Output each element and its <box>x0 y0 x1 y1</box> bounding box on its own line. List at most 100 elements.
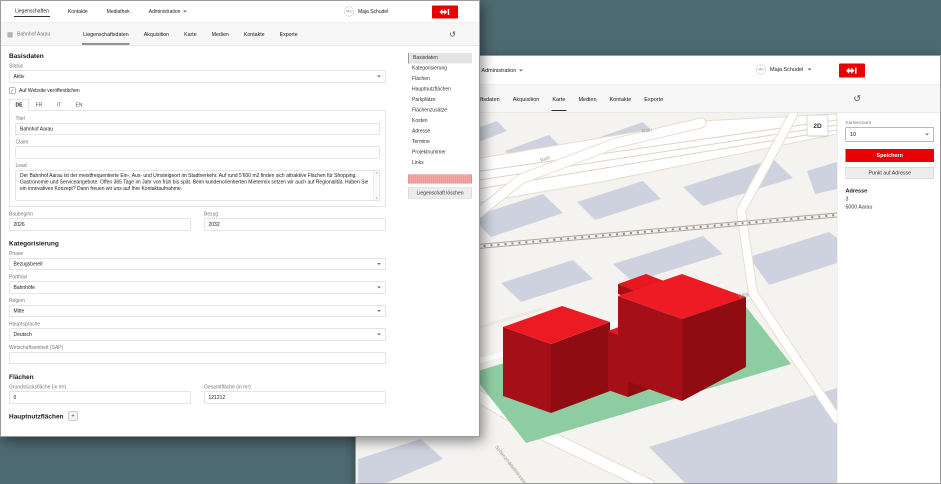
baubeginn-label: Baubeginn <box>9 212 191 218</box>
tab-liegenschaftsdaten[interactable]: Liegenschaftsdaten <box>82 24 130 44</box>
textarea-scrollbar[interactable]: ▴ ▾ <box>374 171 380 201</box>
avatar: MS <box>756 65 766 75</box>
user-name: Maja Schudel <box>770 67 803 73</box>
tab-kontakte[interactable]: Kontakte <box>609 87 633 111</box>
anchor-item-basisdaten[interactable]: Basisdaten <box>408 53 472 64</box>
titel-input[interactable] <box>16 123 380 135</box>
claim-label: Claim <box>16 140 380 146</box>
titel-label: Titel <box>16 116 380 122</box>
claim-input[interactable] <box>16 147 380 159</box>
entity-tab-bar: ▦ Bahnhof Aarau Liegenschaftsdaten Akqui… <box>1 23 480 46</box>
anchor-item-projektnummer[interactable]: Projektnummer <box>408 148 472 159</box>
wirtschaftseinheit-input[interactable] <box>9 352 386 364</box>
sbb-arrows-icon <box>437 8 453 16</box>
nav-item-mediathek[interactable]: Mediathek <box>106 7 131 17</box>
lang-tab-it[interactable]: IT <box>49 99 69 111</box>
section-title-kategorisierung: Kategorisierung <box>9 240 386 248</box>
nav-item-administration[interactable]: Administration <box>480 65 523 75</box>
sbb-logo[interactable] <box>839 64 865 78</box>
language-panel: Titel Claim Lead Der Bahnhof Aarau ist d… <box>9 111 386 207</box>
user-menu[interactable]: MS Maja Schudel <box>344 7 392 17</box>
tab-exporte[interactable]: Exporte <box>279 24 299 44</box>
tab-karte[interactable]: Karte <box>183 24 198 44</box>
sbb-arrows-icon <box>844 66 860 74</box>
sbb-logo[interactable] <box>432 6 458 19</box>
portfolio-select[interactable]: Bahnhöfe <box>9 282 386 294</box>
address-line2: 5000 Aarau <box>846 204 935 210</box>
gesamtflaeche-label: Gesamtfläche (in m²) <box>204 385 386 391</box>
section-title-basisdaten: Basisdaten <box>9 52 386 60</box>
history-icon[interactable]: ↺ <box>853 94 861 105</box>
tab-medien[interactable]: Medien <box>577 87 597 111</box>
address-line1: 3 <box>846 196 935 202</box>
bezug-label: Bezug <box>204 212 386 218</box>
tab-akquisition[interactable]: Akquisition <box>512 87 541 111</box>
scroll-down-icon: ▾ <box>376 197 378 201</box>
anchor-item-links[interactable]: Links <box>408 158 472 169</box>
delete-property-button[interactable]: Liegenschaft löschen <box>408 188 472 199</box>
desktop: Liegenschaften Kontakte Mediathek Admini… <box>0 0 941 484</box>
anchor-item-flaechen[interactable]: Flächen <box>408 74 472 85</box>
chevron-down-icon <box>377 287 381 289</box>
bezug-input[interactable] <box>204 219 386 231</box>
kartenzoom-label: Kartenzoom <box>846 120 935 126</box>
grundstuecksflaeche-label: Grundstücksfläche (in m²) <box>9 385 191 391</box>
phase-label: Phase <box>9 251 386 257</box>
chevron-down-icon <box>377 334 381 336</box>
language-tabs: DE FR IT EN <box>9 99 386 111</box>
anchor-item-hauptnutzflaechen[interactable]: Hauptnutzflächen <box>408 85 472 96</box>
main-nav: Liegenschaften Kontakte Mediathek Admini… <box>1 1 480 23</box>
nav-item-liegenschaften[interactable]: Liegenschaften <box>14 7 50 18</box>
section-title-hauptnutzflaechen: Hauptnutzflächen <box>9 412 64 420</box>
baubeginn-input[interactable] <box>9 219 191 231</box>
context-entity-label: Bahnhof Aarau <box>17 32 82 38</box>
lang-tab-fr[interactable]: FR <box>29 99 49 111</box>
map-side-panel: Kartenzoom 10 Speichern Punkt auf Adress… <box>837 113 941 484</box>
delete-danger-area[interactable] <box>408 175 472 184</box>
chevron-down-icon <box>377 263 381 265</box>
tab-karte[interactable]: Karte <box>551 87 566 111</box>
add-hauptnutzflaeche-button[interactable]: + <box>69 412 78 421</box>
chevron-down-icon <box>183 11 187 13</box>
tab-kontakte[interactable]: Kontakte <box>243 24 266 44</box>
hauptsprache-label: Hauptsprache <box>9 322 386 328</box>
section-title-flaechen: Flächen <box>9 373 386 381</box>
save-button[interactable]: Speichern <box>846 149 935 162</box>
kartenzoom-select[interactable]: 10 <box>846 127 935 142</box>
user-menu[interactable]: MS Maja Schudel <box>756 65 811 75</box>
anchor-item-kosten[interactable]: Kosten <box>408 116 472 127</box>
tab-medien[interactable]: Medien <box>211 24 230 44</box>
hauptsprache-select[interactable]: Deutsch <box>9 329 386 341</box>
chevron-down-icon <box>519 69 523 71</box>
lang-tab-en[interactable]: EN <box>69 99 89 111</box>
publish-checkbox[interactable]: ✓ <box>9 88 16 95</box>
anchor-item-parkplaetze[interactable]: Parkplätze <box>408 95 472 106</box>
lead-textarea[interactable]: Der Bahnhof Aarau ist der meistfrequenti… <box>16 170 380 201</box>
window-property-form: Liegenschaften Kontakte Mediathek Admini… <box>0 0 480 437</box>
lead-label: Lead <box>16 163 380 169</box>
chevron-down-icon <box>925 134 929 136</box>
map-2d-toggle-button[interactable]: 2D <box>807 115 828 136</box>
tab-akquisition[interactable]: Akquisition <box>143 24 170 44</box>
nav-item-kontakte[interactable]: Kontakte <box>67 7 89 17</box>
anchor-item-flaechenzusaetze[interactable]: Flächenzusätze <box>408 106 472 117</box>
grundstuecksflaeche-input[interactable] <box>9 392 191 404</box>
chevron-down-icon <box>377 310 381 312</box>
anchor-item-termine[interactable]: Termine <box>408 137 472 148</box>
point-on-address-button[interactable]: Punkt auf Adresse <box>846 167 935 179</box>
anchor-item-adresse[interactable]: Adresse <box>408 127 472 138</box>
status-select[interactable]: Aktiv <box>9 71 386 83</box>
tab-exporte[interactable]: Exporte <box>643 87 664 111</box>
publish-checkbox-label: Auf Website veröffentlichen <box>19 88 80 94</box>
portfolio-label: Portfolio <box>9 275 386 281</box>
property-form: Basisdaten Status Aktiv ✓ Auf Website ve… <box>9 46 386 421</box>
anchor-item-kategorisierung[interactable]: Kategorisierung <box>408 64 472 75</box>
nav-item-administration[interactable]: Administration <box>148 7 188 17</box>
region-label: Region <box>9 298 386 304</box>
phase-select[interactable]: Bezugsbereit <box>9 258 386 270</box>
history-icon[interactable]: ↺ <box>449 30 456 40</box>
region-select[interactable]: Mitte <box>9 305 386 317</box>
lang-tab-de[interactable]: DE <box>9 99 29 111</box>
status-label: Status <box>9 64 386 70</box>
gesamtflaeche-input[interactable] <box>204 392 386 404</box>
